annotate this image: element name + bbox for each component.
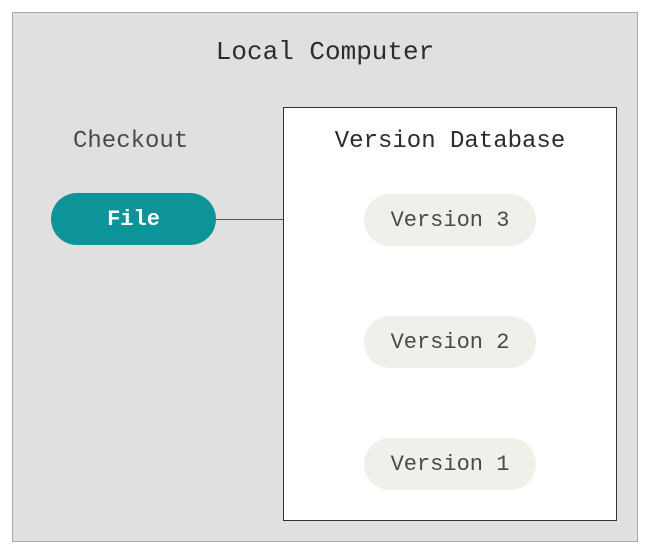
local-computer-box: Local Computer Checkout File Version Dat… bbox=[12, 12, 638, 542]
version-node-1-label: Version 1 bbox=[391, 452, 510, 477]
version-node-2: Version 2 bbox=[364, 316, 536, 368]
version-database-box: Version Database Version 3 Version 2 Ver… bbox=[283, 107, 617, 521]
diagram-title: Local Computer bbox=[13, 37, 637, 67]
version-node-3: Version 3 bbox=[364, 194, 536, 246]
version-database-title: Version Database bbox=[284, 128, 616, 155]
checkout-label: Checkout bbox=[73, 128, 188, 155]
file-node-label: File bbox=[107, 207, 160, 232]
version-node-3-label: Version 3 bbox=[391, 208, 510, 233]
version-node-2-label: Version 2 bbox=[391, 330, 510, 355]
file-node: File bbox=[51, 193, 216, 245]
version-node-1: Version 1 bbox=[364, 438, 536, 490]
